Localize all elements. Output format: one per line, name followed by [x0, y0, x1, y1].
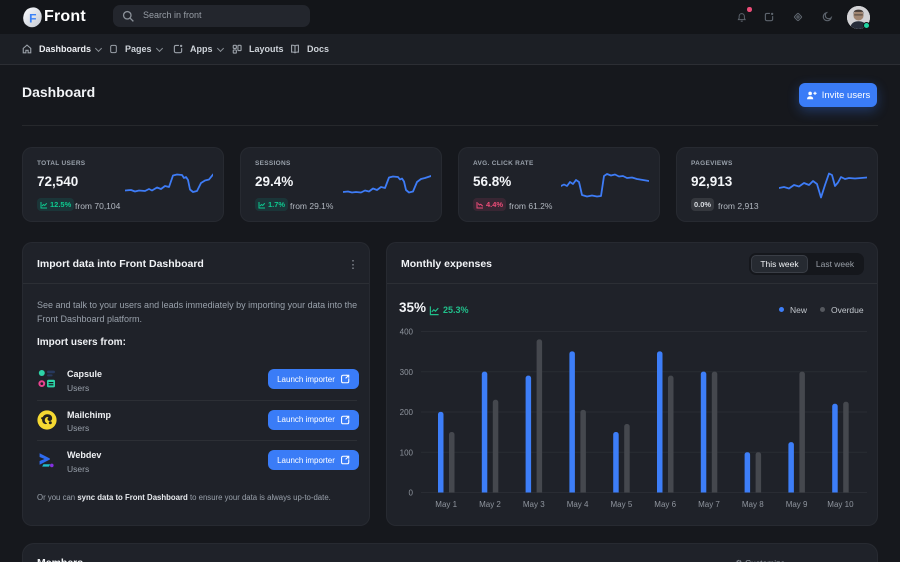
svg-text:0: 0 [409, 489, 414, 498]
svg-text:May 4: May 4 [567, 500, 589, 509]
svg-text:May 3: May 3 [523, 500, 545, 509]
svg-text:May 10: May 10 [827, 500, 854, 509]
svg-text:May 8: May 8 [742, 500, 764, 509]
svg-text:F: F [29, 12, 36, 26]
svg-text:May 5: May 5 [611, 500, 633, 509]
svg-text:May 6: May 6 [654, 500, 676, 509]
svg-text:300: 300 [400, 368, 414, 377]
svg-text:May 2: May 2 [479, 500, 501, 509]
svg-text:May 1: May 1 [435, 500, 457, 509]
svg-text:400: 400 [400, 328, 414, 337]
svg-text:200: 200 [400, 408, 414, 417]
svg-text:May 7: May 7 [698, 500, 720, 509]
svg-text:100: 100 [400, 449, 414, 458]
svg-text:May 9: May 9 [786, 500, 808, 509]
